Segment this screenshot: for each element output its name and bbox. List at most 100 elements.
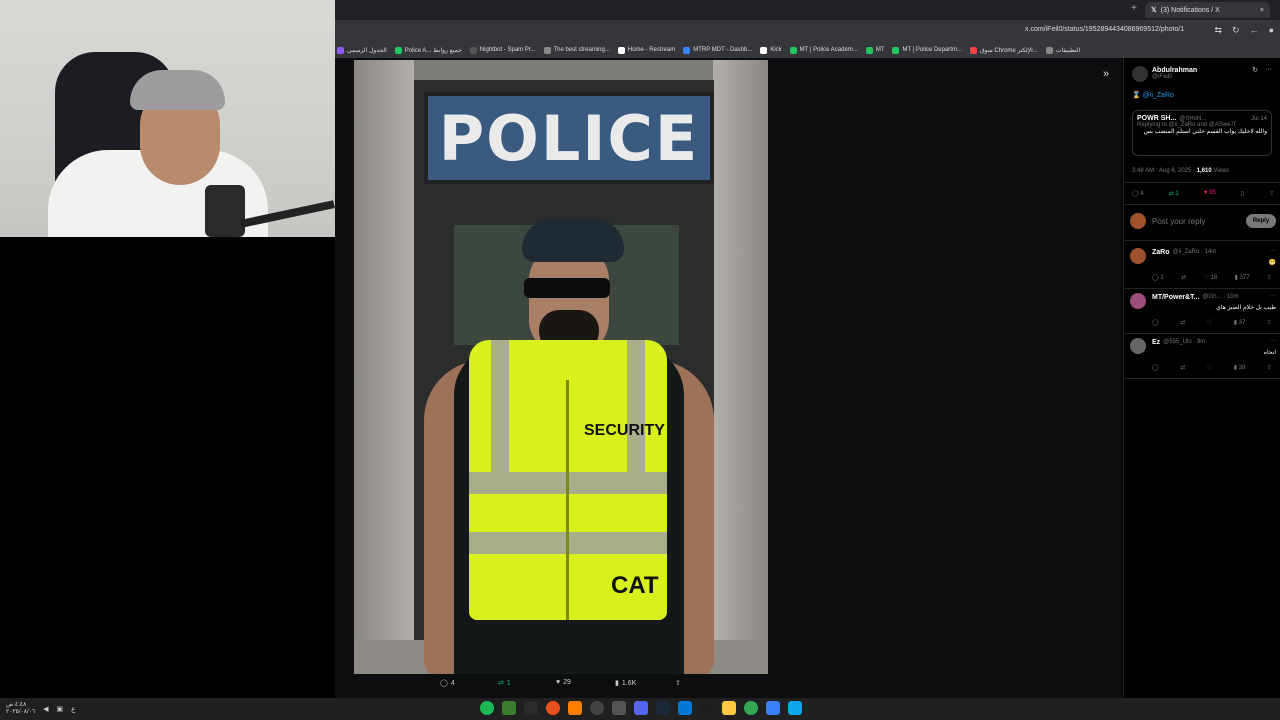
heart-icon[interactable]: ♡ <box>1207 364 1212 371</box>
author-handle[interactable]: @iFeil0 <box>1152 74 1197 80</box>
repost-action[interactable]: ⇄ 1 <box>498 679 511 688</box>
quote-author: POWR SH... <box>1137 115 1177 122</box>
mic-icon[interactable]: ● <box>1269 25 1274 36</box>
clock-date: ٢٠٢٥/٠٨/٠٦ <box>6 709 36 715</box>
bookmark-label: MTRP MDT - Dashb... <box>693 47 753 53</box>
vlc-icon[interactable] <box>568 701 582 715</box>
repost-icon[interactable]: ⇄ <box>1181 274 1186 281</box>
reply-button[interactable]: ◯ 4 <box>1132 190 1144 197</box>
bookmark-icon <box>683 46 691 54</box>
expand-sidebar-icon[interactable]: » <box>1103 68 1109 80</box>
outlook-icon[interactable] <box>678 701 692 715</box>
bookmark-item[interactable]: التطبيقات <box>1045 46 1080 54</box>
speaker-icon[interactable]: ◀ <box>43 705 48 713</box>
share-icon[interactable]: ⇧ <box>1267 274 1272 281</box>
mention-link[interactable]: @ii_ZaRo <box>1143 92 1174 99</box>
bookmark-item[interactable]: سوق Chrome الإلكتر... <box>969 46 1038 54</box>
browser-tab-active[interactable]: 𝕏 (3) Notifications / X × <box>1145 2 1270 18</box>
brave-icon[interactable] <box>546 701 560 715</box>
reply-action[interactable]: ◯ 4 <box>440 679 455 688</box>
bookmark-item[interactable]: الجدول الرسمي <box>337 46 387 54</box>
reply-submit-button[interactable]: Reply <box>1246 214 1276 228</box>
bookmark-item[interactable]: Nightbot - Spam Pr... <box>469 46 536 54</box>
vest-stripe-vertical <box>491 340 509 480</box>
app-icon[interactable] <box>502 701 516 715</box>
reload-icon[interactable]: ↻ <box>1232 25 1240 36</box>
app-icon[interactable] <box>766 701 780 715</box>
author-name[interactable]: Abdulrahman <box>1152 67 1197 74</box>
discord-icon[interactable] <box>634 701 648 715</box>
reply-icon[interactable]: ◯ 1 <box>1152 274 1164 281</box>
tab-close-icon[interactable]: × <box>1260 7 1264 14</box>
comment-avatar[interactable] <box>1130 248 1146 264</box>
start-icon[interactable] <box>788 701 802 715</box>
share-icon[interactable]: ⇧ <box>1267 364 1272 371</box>
bar-chart-icon[interactable]: ▮ 37 <box>1234 319 1246 326</box>
bookmark-item[interactable]: Police A... جميع روابط <box>394 46 462 54</box>
share-icon-sidebar[interactable]: ⇧ <box>1269 190 1274 197</box>
heart-icon[interactable]: ♡ <box>1207 319 1212 326</box>
new-tab-icon[interactable]: + <box>1131 3 1137 14</box>
clock[interactable]: ٤:٤٨ ص ٢٠٢٥/٠٨/٠٦ <box>6 702 35 716</box>
folder-icon[interactable] <box>722 701 736 715</box>
bookmark-icon <box>865 46 873 54</box>
bookmark-item[interactable]: MT <box>865 46 884 54</box>
settings-icon[interactable] <box>612 701 626 715</box>
comment-avatar[interactable] <box>1130 338 1146 354</box>
heart-icon[interactable]: ♡ 18 <box>1203 274 1217 281</box>
more-icon[interactable]: ··· <box>1270 293 1276 299</box>
steam-icon[interactable] <box>656 701 670 715</box>
comment-author[interactable]: Ez <box>1152 339 1160 346</box>
bookmark-item[interactable]: MT | Police Academ... <box>789 46 858 54</box>
more-icon[interactable]: ··· <box>1270 248 1276 254</box>
reply-input[interactable]: Post your reply <box>1152 217 1205 226</box>
network-icon[interactable]: ▣ <box>57 705 64 713</box>
terminal-icon[interactable] <box>700 701 714 715</box>
spotify-icon[interactable] <box>480 701 494 715</box>
vest-security-text: SECURITY <box>584 422 665 439</box>
app-icon[interactable] <box>524 701 538 715</box>
language-indicator[interactable]: ع <box>71 705 75 713</box>
divider <box>1124 204 1280 205</box>
bookmarks-bar: الجدول الرسمي Police A... جميع روابط Night… <box>335 42 1280 58</box>
more-icon[interactable]: ··· <box>1265 66 1272 73</box>
bookmark-item[interactable]: MTRP MDT - Dashb... <box>683 46 753 54</box>
divider <box>1124 182 1280 183</box>
reply-icon[interactable]: ◯ <box>1152 364 1159 371</box>
comment-avatar[interactable] <box>1130 293 1146 309</box>
comment-author[interactable]: MT/Power&T... <box>1152 294 1199 301</box>
url-field[interactable]: x.com/iFeil0/status/1952894434086969512/… <box>1025 26 1184 33</box>
repost-icon[interactable]: ⇄ <box>1180 364 1185 371</box>
grok-icon[interactable]: ↻ <box>1252 66 1258 74</box>
back-icon[interactable]: ← <box>1250 25 1259 36</box>
chrome-icon[interactable] <box>744 701 758 715</box>
more-icon[interactable]: ··· <box>1270 338 1276 344</box>
share-icon[interactable]: ⇧ <box>1267 319 1272 326</box>
share-icon[interactable]: ⇆ <box>1214 25 1222 36</box>
comment-handle: @555_Ulo · 9m <box>1163 339 1206 345</box>
views-action[interactable]: ▮ 1.6K <box>615 679 636 688</box>
share-action[interactable]: ⇧ <box>675 679 681 687</box>
post-photo[interactable]: POLICE SECURITY CAT <box>354 60 768 674</box>
author-avatar[interactable] <box>1132 66 1148 82</box>
reply-icon[interactable]: ◯ <box>1152 319 1159 326</box>
bookmark-item[interactable]: Home - Restream <box>617 46 675 54</box>
repost-icon[interactable]: ⇄ <box>1180 319 1185 326</box>
bookmark-item[interactable]: The best streaming... <box>543 46 610 54</box>
repost-button[interactable]: ⇄ 1 <box>1169 190 1179 197</box>
comment-handle: @ii_ZaRo · 14m <box>1172 249 1217 255</box>
comment-author[interactable]: ZaRo <box>1152 249 1170 256</box>
reply-icon: ◯ <box>440 680 448 687</box>
bar-chart-icon[interactable]: ▮ 38 <box>1234 364 1246 371</box>
views-label: Views <box>1213 168 1230 174</box>
like-button[interactable]: ♥ 35 <box>1204 190 1216 197</box>
bookmark-icon[interactable]: ▯ <box>1241 190 1244 197</box>
quoted-post[interactable]: POWR SH... @SHoN... Jul 14 Replying to @… <box>1132 110 1272 156</box>
divider <box>1124 288 1280 289</box>
obs-icon[interactable] <box>590 701 604 715</box>
bookmark-icon <box>1045 46 1053 54</box>
bookmark-item[interactable]: MT | Police Departm... <box>892 46 962 54</box>
like-action[interactable]: ♥ 29 <box>556 679 571 686</box>
bar-chart-icon[interactable]: ▮ 377 <box>1235 274 1250 281</box>
bookmark-item[interactable]: Kick <box>760 46 782 54</box>
